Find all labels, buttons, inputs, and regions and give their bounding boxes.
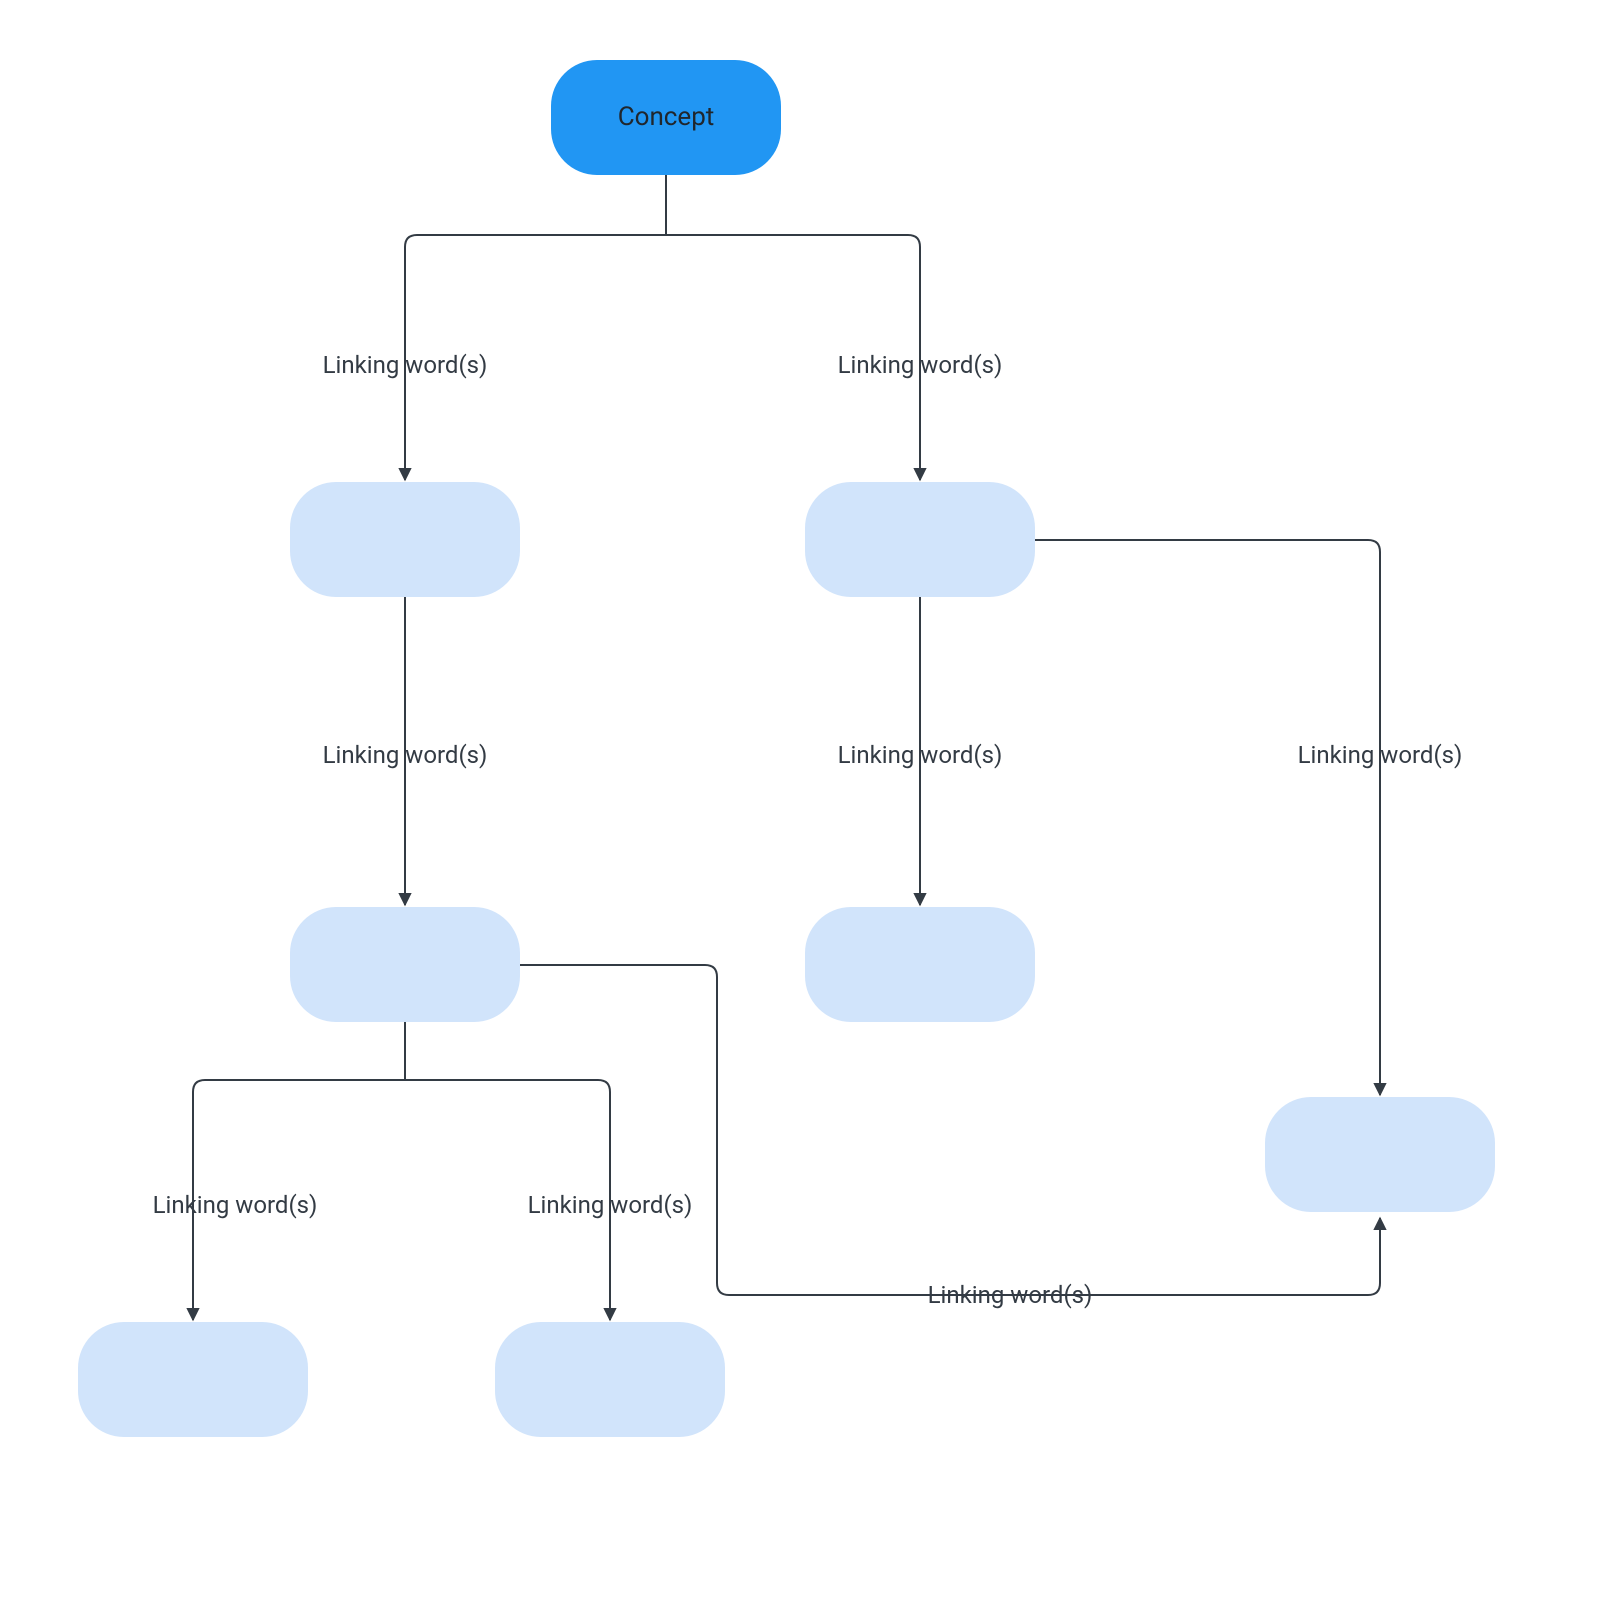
- edge-label-root-right: Linking word(s): [838, 351, 1003, 379]
- node-right1[interactable]: [805, 482, 1035, 597]
- edge-label-left1-left2: Linking word(s): [323, 741, 488, 769]
- edge-label-right1-far: Linking word(s): [1298, 741, 1463, 769]
- edge-label-right1-right2: Linking word(s): [838, 741, 1003, 769]
- edge-label-left2-botM: Linking word(s): [528, 1191, 693, 1219]
- node-right2[interactable]: [805, 907, 1035, 1022]
- node-far-right[interactable]: [1265, 1097, 1495, 1212]
- edge-label-root-left: Linking word(s): [323, 351, 488, 379]
- edge-right1-far: [1035, 540, 1380, 1095]
- node-left2[interactable]: [290, 907, 520, 1022]
- node-root-label: Concept: [618, 102, 715, 132]
- node-root[interactable]: Concept: [551, 60, 781, 175]
- edge-label-left2-far: Linking word(s): [928, 1281, 1093, 1309]
- node-bottom-middle[interactable]: [495, 1322, 725, 1437]
- edge-label-left2-botL: Linking word(s): [153, 1191, 318, 1219]
- node-bottom-left[interactable]: [78, 1322, 308, 1437]
- node-left1[interactable]: [290, 482, 520, 597]
